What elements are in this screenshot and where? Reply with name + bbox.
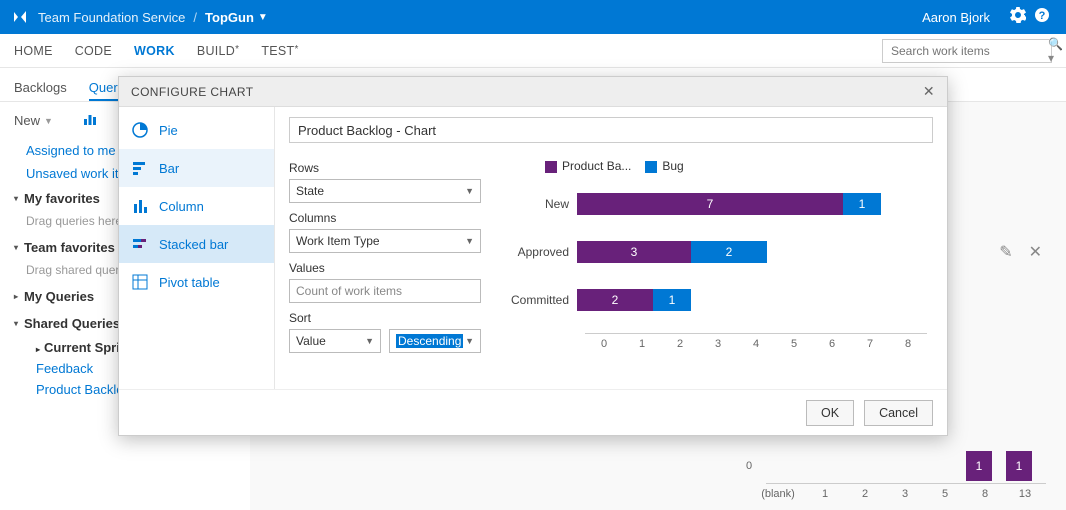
bg-bar: 1 <box>1006 451 1032 481</box>
search-icon[interactable]: 🔍▾ <box>1048 37 1063 65</box>
sort-direction-select[interactable]: Descending▼ <box>389 329 481 353</box>
nav-work[interactable]: WORK <box>134 44 175 58</box>
user-name[interactable]: Aaron Bjork <box>922 10 990 25</box>
chevron-down-icon: ▼ <box>465 336 474 346</box>
breadcrumb-service[interactable]: Team Foundation Service <box>38 10 185 25</box>
bar-icon <box>131 159 149 177</box>
chart-row-approved: Approved 3 2 <box>505 237 927 267</box>
nav-build[interactable]: BUILD* <box>197 44 240 58</box>
chart-type-pie[interactable]: Pie <box>119 111 274 149</box>
chevron-down-icon: ▼ <box>365 336 374 346</box>
chart-card-actions: ✎ ✕ <box>999 242 1042 262</box>
stacked-bar-icon <box>131 235 149 253</box>
close-icon[interactable]: ✕ <box>1029 242 1042 262</box>
cancel-button[interactable]: Cancel <box>864 400 933 426</box>
main-nav: HOME CODE WORK BUILD* TEST* 🔍▾ <box>0 34 1066 68</box>
chart-title-input[interactable]: Product Backlog - Chart <box>289 117 933 143</box>
column-icon <box>131 197 149 215</box>
nav-code[interactable]: CODE <box>75 44 112 58</box>
dialog-title: CONFIGURE CHART <box>131 85 253 99</box>
legend-swatch-product <box>545 161 557 173</box>
ok-button[interactable]: OK <box>806 400 854 426</box>
rows-select[interactable]: State▼ <box>289 179 481 203</box>
subnav-backlogs[interactable]: Backlogs <box>14 80 67 101</box>
sort-label: Sort <box>289 311 481 325</box>
chart-type-list: Pie Bar Column Stacked bar Pivot table <box>119 107 275 389</box>
chart-legend: Product Ba... Bug <box>545 159 927 173</box>
rows-label: Rows <box>289 161 481 175</box>
breadcrumb-project[interactable]: TopGun <box>205 10 254 25</box>
help-icon[interactable]: ? <box>1030 7 1054 28</box>
gear-icon[interactable] <box>1006 7 1030 28</box>
legend-swatch-bug <box>645 161 657 173</box>
sort-field-select[interactable]: Value▼ <box>289 329 381 353</box>
search-input[interactable] <box>889 43 1048 59</box>
dialog-titlebar: CONFIGURE CHART ✕ <box>119 77 947 107</box>
pie-icon <box>131 121 149 139</box>
edit-icon[interactable]: ✎ <box>999 242 1012 262</box>
dialog-close-icon[interactable]: ✕ <box>923 83 935 100</box>
search-box[interactable]: 🔍▾ <box>882 39 1052 63</box>
chevron-down-icon: ▼ <box>465 236 474 246</box>
chart-row-committed: Committed 2 1 <box>505 285 927 315</box>
chart-type-stacked-bar[interactable]: Stacked bar <box>119 225 274 263</box>
values-display: Count of work items <box>289 279 481 303</box>
columns-label: Columns <box>289 211 481 225</box>
vs-logo-icon <box>12 9 28 25</box>
chart-config-panel: Rows State▼ Columns Work Item Type▼ Valu… <box>275 143 495 389</box>
bg-bar: 1 <box>966 451 992 481</box>
nav-test[interactable]: TEST* <box>261 44 298 58</box>
pivot-icon <box>131 273 149 291</box>
chevron-down-icon: ▼ <box>465 186 474 196</box>
chart-x-axis: 012345678 <box>585 333 927 350</box>
chart-type-pivot[interactable]: Pivot table <box>119 263 274 301</box>
chart-preview: Product Ba... Bug New 7 1 Approved 3 <box>495 143 947 389</box>
values-label: Values <box>289 261 481 275</box>
chart-row-new: New 7 1 <box>505 189 927 219</box>
breadcrumb-sep: / <box>193 10 197 25</box>
dialog-footer: OK Cancel <box>119 389 947 435</box>
chart-type-bar[interactable]: Bar <box>119 149 274 187</box>
app-header: Team Foundation Service / TopGun ▼ Aaron… <box>0 0 1066 34</box>
chart-tool-icon[interactable] <box>83 112 97 129</box>
svg-text:?: ? <box>1039 10 1046 22</box>
nav-home[interactable]: HOME <box>14 44 53 58</box>
chevron-down-icon[interactable]: ▼ <box>258 12 268 23</box>
columns-select[interactable]: Work Item Type▼ <box>289 229 481 253</box>
configure-chart-dialog: CONFIGURE CHART ✕ Pie Bar Column Stacked… <box>118 76 948 436</box>
chart-type-column[interactable]: Column <box>119 187 274 225</box>
